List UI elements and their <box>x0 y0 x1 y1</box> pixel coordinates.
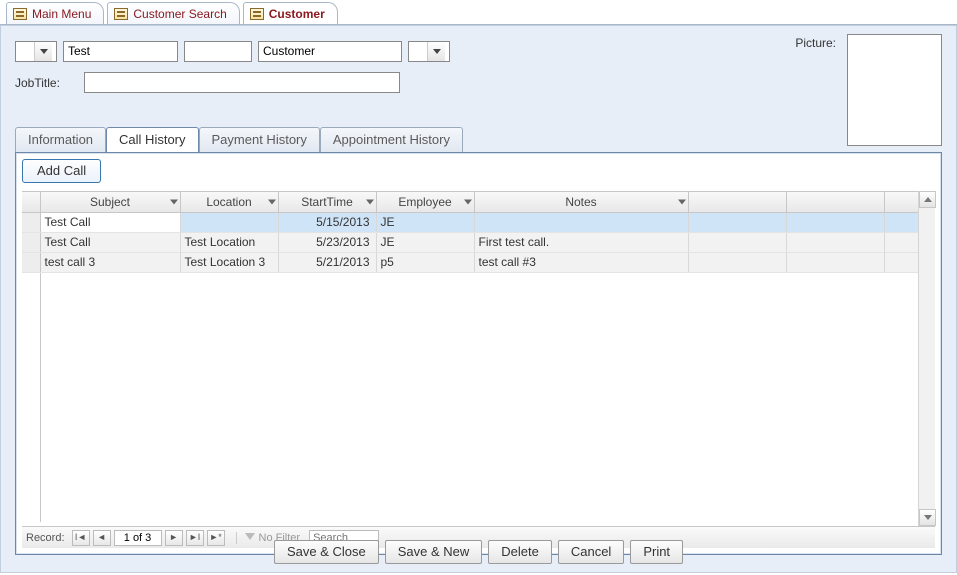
col-label: Subject <box>90 195 130 209</box>
col-empty[interactable] <box>688 192 786 212</box>
print-button[interactable]: Print <box>630 540 683 564</box>
col-notes[interactable]: Notes <box>474 192 688 212</box>
cell-subject[interactable]: test call 3 <box>40 252 180 272</box>
row-selector[interactable] <box>22 252 40 272</box>
table-row[interactable]: test call 3 Test Location 3 5/21/2013 p5… <box>22 252 935 272</box>
scroll-up-icon[interactable] <box>919 191 936 208</box>
row-selector[interactable] <box>22 212 40 232</box>
chevron-down-icon[interactable] <box>678 199 686 204</box>
picture-box[interactable] <box>847 34 942 146</box>
form-icon <box>250 8 264 20</box>
jobtitle-input[interactable] <box>84 72 400 93</box>
col-label: Notes <box>565 195 596 209</box>
cell-notes[interactable] <box>474 212 688 232</box>
jobtitle-row: JobTitle: <box>15 72 942 93</box>
cell-employee[interactable]: JE <box>376 232 474 252</box>
cell-start-time[interactable]: 5/15/2013 <box>278 212 376 232</box>
tab-customer[interactable]: Customer <box>243 2 338 24</box>
tab-label: Customer Search <box>133 4 226 24</box>
chevron-down-icon[interactable] <box>427 42 445 61</box>
tab-call-history[interactable]: Call History <box>106 127 198 152</box>
save-close-button[interactable]: Save & Close <box>274 540 379 564</box>
cell-location[interactable]: Test Location <box>180 232 278 252</box>
table-row[interactable]: Test Call 5/15/2013 JE <box>22 212 935 232</box>
tab-payment-history[interactable]: Payment History <box>199 127 320 152</box>
cell-notes[interactable]: test call #3 <box>474 252 688 272</box>
row-selector-header[interactable] <box>22 192 40 212</box>
tab-main-menu[interactable]: Main Menu <box>6 2 104 24</box>
form-tab-bar: Main Menu Customer Search Customer <box>0 2 957 25</box>
chevron-down-icon[interactable] <box>268 199 276 204</box>
grid-filler <box>22 272 935 522</box>
col-employee[interactable]: Employee <box>376 192 474 212</box>
col-start-time[interactable]: StartTime <box>278 192 376 212</box>
chevron-down-icon[interactable] <box>34 42 52 61</box>
col-label: Location <box>206 195 251 209</box>
call-history-panel: Add Call Subject Location StartTime <box>15 152 942 555</box>
picture-label: Picture: <box>795 36 836 50</box>
delete-button[interactable]: Delete <box>488 540 552 564</box>
form-button-bar: Save & Close Save & New Delete Cancel Pr… <box>1 540 956 564</box>
table-row[interactable]: Test Call Test Location 5/23/2013 JE Fir… <box>22 232 935 252</box>
col-label: StartTime <box>301 195 353 209</box>
col-empty[interactable] <box>786 192 884 212</box>
cell-subject[interactable]: Test Call <box>40 212 180 232</box>
save-new-button[interactable]: Save & New <box>385 540 483 564</box>
jobtitle-label: JobTitle: <box>15 76 60 90</box>
tab-information[interactable]: Information <box>15 127 106 152</box>
col-subject[interactable]: Subject <box>40 192 180 212</box>
form-icon <box>13 8 27 20</box>
tab-label: Customer <box>269 4 325 24</box>
tab-appointment-history[interactable]: Appointment History <box>320 127 463 152</box>
prefix-input[interactable] <box>16 42 34 61</box>
vertical-scrollbar[interactable] <box>918 191 935 526</box>
call-grid[interactable]: Subject Location StartTime Employee Note… <box>22 191 935 526</box>
cell-location[interactable]: Test Location 3 <box>180 252 278 272</box>
customer-form-panel: JobTitle: Picture: Information Call Hist… <box>0 25 957 573</box>
funnel-icon <box>245 533 255 540</box>
cell-subject[interactable]: Test Call <box>40 232 180 252</box>
row-selector[interactable] <box>22 232 40 252</box>
tab-label: Main Menu <box>32 4 91 24</box>
col-location[interactable]: Location <box>180 192 278 212</box>
form-icon <box>114 8 128 20</box>
cell-employee[interactable]: JE <box>376 212 474 232</box>
cancel-button[interactable]: Cancel <box>558 540 624 564</box>
cell-notes[interactable]: First test call. <box>474 232 688 252</box>
scroll-down-icon[interactable] <box>919 509 936 526</box>
last-name-input[interactable] <box>258 41 402 62</box>
middle-name-input[interactable] <box>184 41 252 62</box>
prefix-combo[interactable] <box>15 41 57 62</box>
chevron-down-icon[interactable] <box>170 199 178 204</box>
chevron-down-icon[interactable] <box>366 199 374 204</box>
col-label: Employee <box>398 195 451 209</box>
first-name-input[interactable] <box>63 41 178 62</box>
chevron-down-icon[interactable] <box>464 199 472 204</box>
cell-start-time[interactable]: 5/21/2013 <box>278 252 376 272</box>
header-row: Subject Location StartTime Employee Note… <box>22 192 935 212</box>
cell-location[interactable] <box>180 212 278 232</box>
tab-customer-search[interactable]: Customer Search <box>107 2 239 24</box>
add-call-button[interactable]: Add Call <box>22 159 101 183</box>
cell-start-time[interactable]: 5/23/2013 <box>278 232 376 252</box>
suffix-combo[interactable] <box>408 41 450 62</box>
cell-employee[interactable]: p5 <box>376 252 474 272</box>
suffix-input[interactable] <box>409 42 427 61</box>
sub-tab-bar: Information Call History Payment History… <box>15 127 942 152</box>
